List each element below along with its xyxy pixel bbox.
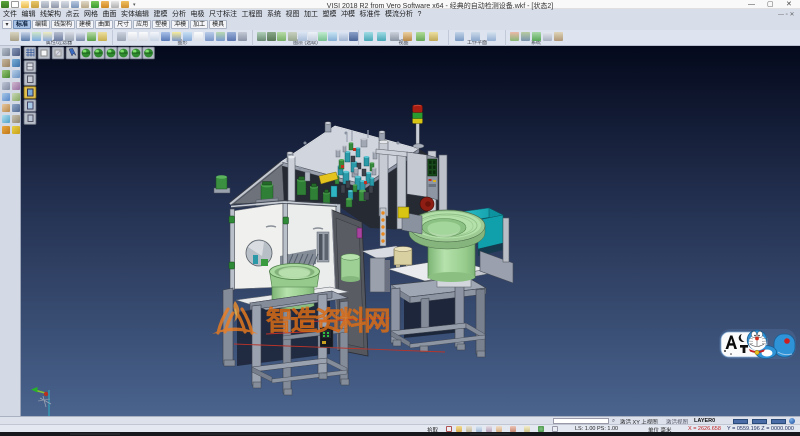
svg-text:智造资料网: 智造资料网 (266, 306, 389, 336)
